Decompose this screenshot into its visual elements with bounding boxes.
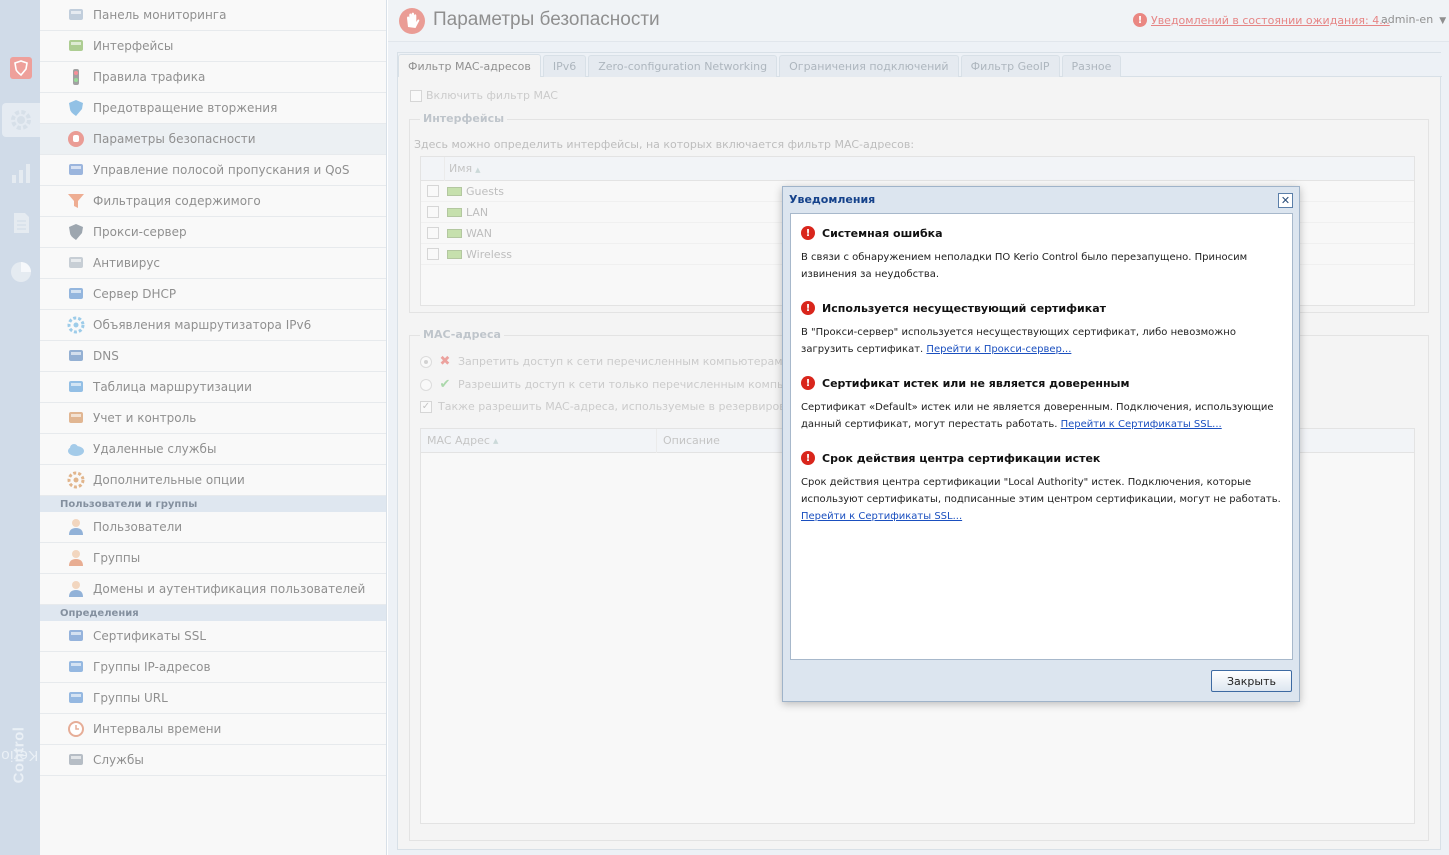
notification-heading: ! Системная ошибка [801,226,1282,240]
dialog-close-icon[interactable]: ✕ [1278,193,1293,208]
notification-item: ! Срок действия центра сертификации истек… [801,451,1282,525]
notification-text: Срок действия центра сертификации "Local… [801,474,1282,525]
notification-text: В "Прокси-сервер" используется несуществ… [801,324,1282,358]
notification-heading: ! Используется несуществующий сертификат [801,301,1282,315]
notification-item: ! Сертификат истек или не является довере… [801,376,1282,433]
notifications-dialog: Уведомления ✕ ! Системная ошибка В связи с… [782,186,1300,702]
dialog-title: Уведомления [789,193,876,206]
notification-title: Системная ошибка [822,226,943,240]
alert-icon: ! [801,376,815,390]
notification-item: ! Используется несуществующий сертификат В… [801,301,1282,358]
notification-heading: ! Срок действия центра сертификации истек [801,451,1282,465]
notification-title: Используется несуществующий сертификат [822,301,1107,315]
notification-heading: ! Сертификат истек или не является довере… [801,376,1282,390]
dialog-body: ! Системная ошибка В связи с обнаружением … [790,213,1293,660]
notification-text: Сертификат «Default» истек или не являет… [801,399,1282,433]
alert-icon: ! [801,451,815,465]
alert-icon: ! [801,226,815,240]
notification-title: Срок действия центра сертификации истек [822,451,1101,465]
notification-item: ! Системная ошибка В связи с обнаружением … [801,226,1282,283]
close-button[interactable]: Закрыть [1211,670,1292,692]
notification-link[interactable]: Перейти к Сертификаты SSL... [801,511,962,522]
notification-body: Срок действия центра сертификации "Local… [801,477,1281,505]
notification-link[interactable]: Перейти к Сертификаты SSL... [1061,419,1222,430]
notification-body: В связи с обнаружением неполадки ПО Keri… [801,252,1248,280]
notification-title: Сертификат истек или не является доверен… [822,376,1130,390]
alert-icon: ! [801,301,815,315]
notification-link[interactable]: Перейти к Прокси-сервер... [926,344,1071,355]
notification-text: В связи с обнаружением неполадки ПО Keri… [801,249,1282,283]
